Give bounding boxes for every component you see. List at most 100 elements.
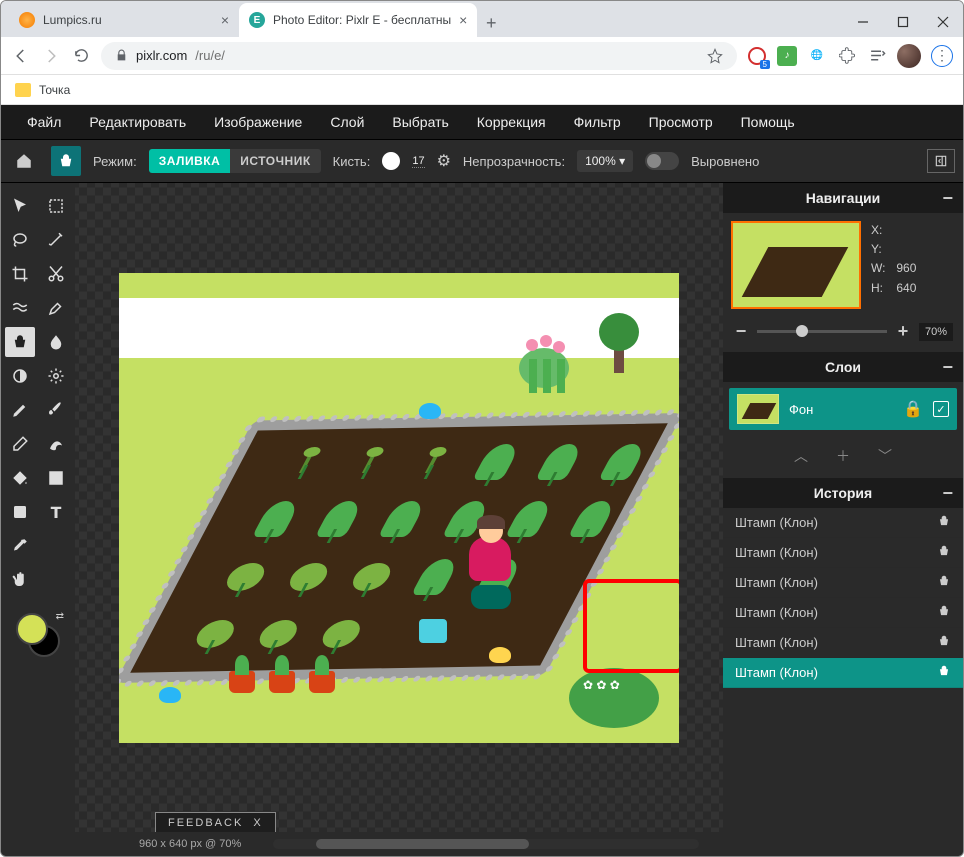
zoom-value[interactable]: 70% [919, 323, 953, 341]
brush-size-value[interactable]: 17 [412, 155, 424, 168]
layer-row[interactable]: Фон 🔒 ✓ [729, 388, 957, 430]
tool-wand[interactable] [41, 225, 71, 255]
history-item[interactable]: Штамп (Клон) [723, 598, 963, 628]
minimize-button[interactable] [843, 7, 883, 37]
new-tab-button[interactable]: + [477, 9, 505, 37]
history-item[interactable]: Штамп (Клон) [723, 628, 963, 658]
foreground-color[interactable] [16, 613, 48, 645]
tool-brush[interactable] [41, 395, 71, 425]
layers-panel-header[interactable]: Слои − [723, 352, 963, 382]
tool-lasso[interactable] [5, 225, 35, 255]
address-bar: pixlr.com/ru/e/ 5 ♪ 🌐 ⋮ [1, 37, 963, 75]
options-bar: Режим: ЗАЛИВКА ИСТОЧНИК Кисть: 17 ⚙ Непр… [1, 139, 963, 183]
zoom-out-button[interactable]: − [733, 321, 749, 342]
tool-crop[interactable] [5, 259, 35, 289]
tool-hand[interactable] [5, 565, 35, 595]
menu-filter[interactable]: Фильтр [560, 108, 635, 136]
tool-sponge[interactable] [41, 361, 71, 391]
lock-icon[interactable]: 🔒 [903, 399, 923, 419]
tool-text[interactable] [41, 497, 71, 527]
nav-thumbnail[interactable] [731, 221, 861, 309]
tool-shape[interactable] [5, 497, 35, 527]
tool-eyedropper[interactable] [5, 531, 35, 561]
forward-button[interactable] [41, 46, 61, 66]
swap-colors-icon[interactable]: ⇄ [56, 611, 64, 622]
clone-tool-icon[interactable] [51, 146, 81, 176]
menu-image[interactable]: Изображение [200, 108, 316, 136]
toggle-panels-button[interactable] [927, 149, 955, 173]
close-icon[interactable]: × [459, 12, 467, 28]
menu-file[interactable]: Файл [13, 108, 75, 136]
history-item[interactable]: Штамп (Клон) [723, 508, 963, 538]
menu-edit[interactable]: Редактировать [75, 108, 200, 136]
menu-view[interactable]: Просмотр [635, 108, 727, 136]
collapse-icon[interactable]: − [942, 357, 953, 378]
zoom-in-button[interactable]: + [895, 321, 911, 342]
tab-title: Photo Editor: Pixlr E - бесплатны [273, 13, 451, 27]
opacity-value[interactable]: 100% ▾ [577, 150, 633, 172]
tool-eraser[interactable] [5, 429, 35, 459]
layer-down-button[interactable]: ﹀ [878, 446, 892, 466]
zoom-slider[interactable] [757, 330, 887, 333]
nav-panel-header[interactable]: Навигации − [723, 183, 963, 213]
extension-icon[interactable]: 🌐 [807, 46, 827, 66]
reading-list-icon[interactable] [867, 46, 887, 66]
brush-preview-icon[interactable] [382, 152, 400, 170]
url-field[interactable]: pixlr.com/ru/e/ [101, 42, 737, 70]
tool-heal[interactable] [41, 293, 71, 323]
extension-icon[interactable]: 5 [747, 46, 767, 66]
menu-help[interactable]: Помощь [727, 108, 809, 136]
browser-menu-button[interactable]: ⋮ [931, 45, 953, 67]
mode-fill-button[interactable]: ЗАЛИВКА [149, 149, 231, 173]
home-button[interactable] [9, 146, 39, 176]
menu-layer[interactable]: Слой [316, 108, 378, 136]
tool-fill[interactable] [5, 463, 35, 493]
close-window-button[interactable] [923, 7, 963, 37]
history-item[interactable]: Штамп (Клон) [723, 658, 963, 688]
canvas-area: FEEDBACK X 960 x 640 px @ 70% [75, 183, 723, 856]
tool-blur[interactable] [41, 327, 71, 357]
history-item[interactable]: Штамп (Клон) [723, 538, 963, 568]
add-layer-button[interactable]: ＋ [836, 446, 850, 466]
tool-pen[interactable] [5, 395, 35, 425]
aligned-toggle[interactable] [645, 152, 679, 170]
star-icon[interactable] [707, 48, 723, 64]
tool-gradient[interactable] [41, 463, 71, 493]
profile-avatar[interactable] [897, 44, 921, 68]
tool-liquify[interactable] [5, 293, 35, 323]
collapse-icon[interactable]: − [942, 188, 953, 209]
tool-smudge[interactable] [41, 429, 71, 459]
tool-arrow[interactable] [5, 191, 35, 221]
maximize-button[interactable] [883, 7, 923, 37]
extension-icon[interactable]: ♪ [777, 46, 797, 66]
mode-source-button[interactable]: ИСТОЧНИК [230, 149, 320, 173]
browser-tab-1[interactable]: Lumpics.ru × [9, 3, 239, 37]
reload-button[interactable] [71, 46, 91, 66]
menu-select[interactable]: Выбрать [378, 108, 462, 136]
bookmark-label[interactable]: Точка [39, 83, 70, 97]
tool-zoom[interactable] [41, 531, 71, 561]
history-item[interactable]: Штамп (Клон) [723, 568, 963, 598]
tool-cut[interactable] [41, 259, 71, 289]
toolbox: ⇄ [1, 183, 75, 856]
close-icon[interactable]: × [221, 12, 229, 28]
layer-up-button[interactable]: ︿ [794, 446, 808, 466]
horizontal-scrollbar[interactable] [273, 839, 699, 849]
lock-icon [115, 49, 128, 62]
color-swatches[interactable]: ⇄ [16, 613, 60, 657]
tool-dodge[interactable] [5, 361, 35, 391]
history-panel-header[interactable]: История − [723, 478, 963, 508]
feedback-button[interactable]: FEEDBACK X [155, 812, 276, 834]
menu-adjust[interactable]: Коррекция [463, 108, 560, 136]
browser-tab-2[interactable]: E Photo Editor: Pixlr E - бесплатны × [239, 3, 477, 37]
tool-marquee[interactable] [41, 191, 71, 221]
collapse-icon[interactable]: − [942, 483, 953, 504]
back-button[interactable] [11, 46, 31, 66]
url-host: pixlr.com [136, 48, 187, 63]
extensions-button[interactable] [837, 46, 857, 66]
visibility-checkbox[interactable]: ✓ [933, 401, 949, 417]
tool-clone-stamp[interactable] [5, 327, 35, 357]
brush-settings-icon[interactable]: ⚙ [437, 151, 451, 171]
canvas[interactable] [119, 273, 679, 743]
close-icon[interactable]: X [253, 817, 262, 829]
